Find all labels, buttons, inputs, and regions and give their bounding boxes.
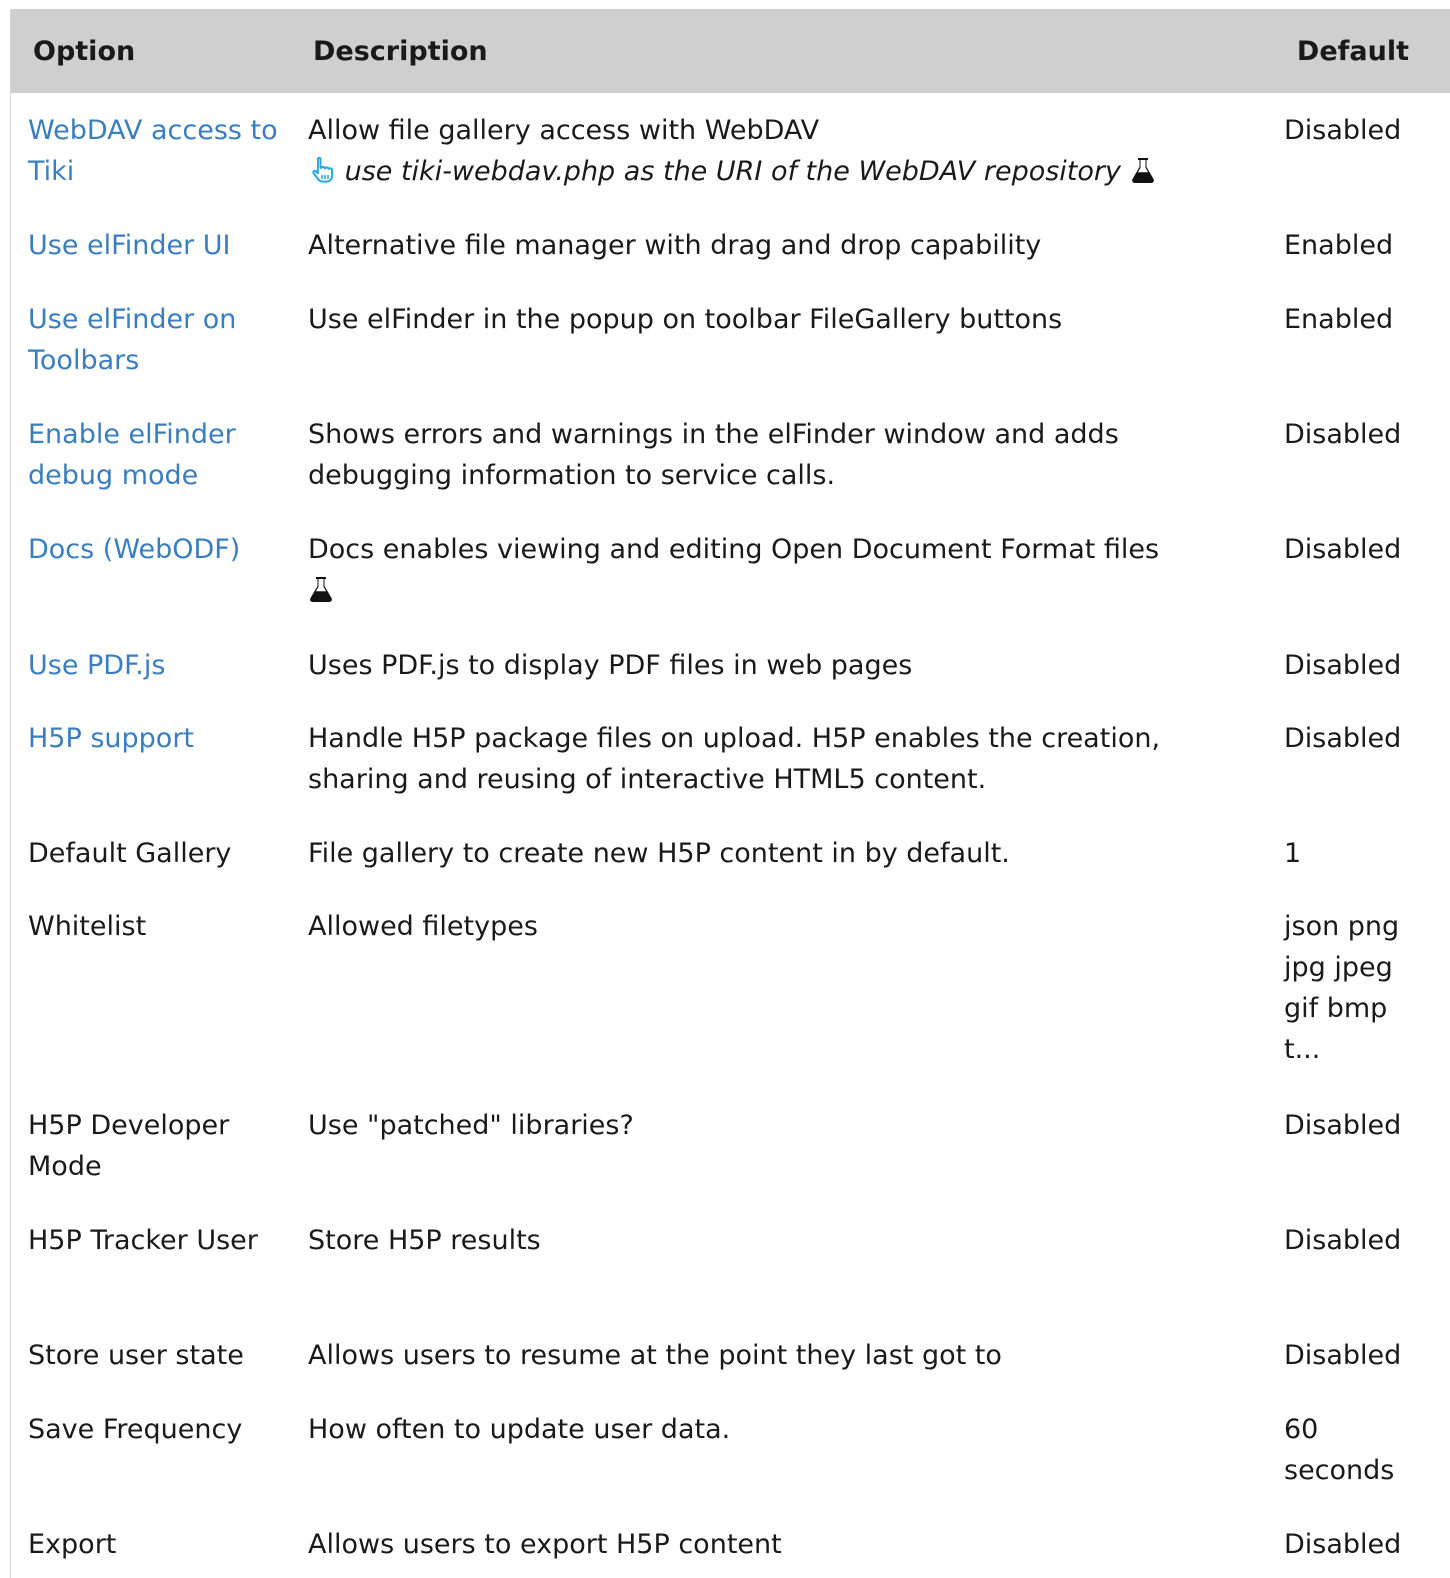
webdav-hint-text: use tiki-webdav.php as the URI of the We… xyxy=(344,156,1121,187)
default-value: Enabled xyxy=(1284,304,1394,335)
description-extra xyxy=(308,570,1258,615)
description-text: Alternative file manager with drag and d… xyxy=(308,230,1042,261)
option-label: Export xyxy=(28,1529,117,1560)
option-label: Default Gallery xyxy=(28,838,232,869)
description-text: File gallery to create new H5P content i… xyxy=(308,838,1010,869)
description-text: Use elFinder in the popup on toolbar Fil… xyxy=(308,304,1063,335)
description-text: Use "patched" libraries? xyxy=(308,1110,634,1141)
option-label: Store user state xyxy=(28,1340,244,1371)
default-value: Disabled xyxy=(1284,1225,1402,1256)
default-value: Disabled xyxy=(1284,534,1402,565)
pointing-hand-icon xyxy=(308,155,336,196)
description-cell: Allow file gallery access with WebDAV us… xyxy=(308,110,1258,196)
option-link-webdav[interactable]: WebDAV access to Tiki xyxy=(28,110,283,192)
option-label: H5P Developer Mode xyxy=(28,1110,230,1182)
option-link-elfinder-debug[interactable]: Enable elFinder debug mode xyxy=(28,414,283,496)
description-text: How often to update user data. xyxy=(308,1414,731,1445)
header-default: Default xyxy=(1296,36,1409,67)
default-value: Disabled xyxy=(1284,419,1402,450)
default-value: Disabled xyxy=(1284,115,1402,146)
header-option: Option xyxy=(33,36,136,67)
option-label: Whitelist xyxy=(28,911,147,942)
description-cell: Docs enables viewing and editing Open Do… xyxy=(308,529,1258,615)
header-description: Description xyxy=(313,36,488,67)
option-link-h5p-support[interactable]: H5P support xyxy=(28,718,283,759)
description-text: Allows users to resume at the point they… xyxy=(308,1340,1002,1371)
option-link-docs-webodf[interactable]: Docs (WebODF) xyxy=(28,529,283,570)
option-label: H5P Tracker User xyxy=(28,1225,258,1256)
option-link-elfinder-ui[interactable]: Use elFinder UI xyxy=(28,225,283,266)
description-text: Allowed filetypes xyxy=(308,911,538,942)
default-value: 1 xyxy=(1284,838,1302,869)
flask-icon xyxy=(308,574,334,615)
description-text: Handle H5P package files on upload. H5P … xyxy=(308,723,1161,795)
default-value: Disabled xyxy=(1284,1529,1402,1560)
option-link-elfinder-toolbars[interactable]: Use elFinder on Toolbars xyxy=(28,299,283,381)
description-text: Docs enables viewing and editing Open Do… xyxy=(308,534,1160,565)
flask-icon xyxy=(1130,155,1156,196)
default-value: 60 seconds xyxy=(1284,1414,1395,1486)
description-text: Uses PDF.js to display PDF files in web … xyxy=(308,650,913,681)
description-hint: use tiki-webdav.php as the URI of the We… xyxy=(308,151,1258,196)
default-value: json png jpg jpeg gif bmp t... xyxy=(1284,911,1400,1065)
default-value: Disabled xyxy=(1284,723,1402,754)
table-header: Option Description Default xyxy=(11,9,1450,93)
description-text: Allow file gallery access with WebDAV xyxy=(308,115,820,146)
description-text: Shows errors and warnings in the elFinde… xyxy=(308,419,1119,491)
option-label: Save Frequency xyxy=(28,1414,243,1445)
preferences-table: Option Description Default WebDAV access… xyxy=(10,9,1450,1578)
option-link-pdfjs[interactable]: Use PDF.js xyxy=(28,645,283,686)
description-text: Store H5P results xyxy=(308,1225,541,1256)
default-value: Disabled xyxy=(1284,650,1402,681)
default-value: Disabled xyxy=(1284,1110,1402,1141)
description-text: Allows users to export H5P content xyxy=(308,1529,782,1560)
default-value: Enabled xyxy=(1284,230,1394,261)
default-value: Disabled xyxy=(1284,1340,1402,1371)
